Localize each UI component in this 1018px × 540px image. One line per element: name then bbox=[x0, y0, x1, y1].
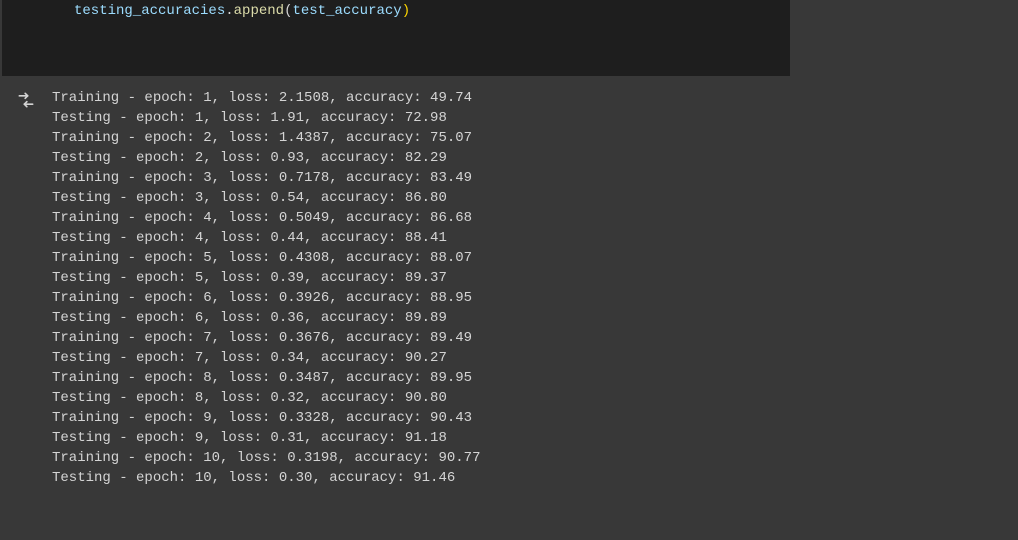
output-line: Testing - epoch: 3, loss: 0.54, accuracy… bbox=[52, 188, 1018, 208]
code-close-paren: ) bbox=[402, 3, 410, 19]
output-line: Training - epoch: 8, loss: 0.3487, accur… bbox=[52, 368, 1018, 388]
output-line: Training - epoch: 9, loss: 0.3328, accur… bbox=[52, 408, 1018, 428]
output-line: Training - epoch: 7, loss: 0.3676, accur… bbox=[52, 328, 1018, 348]
output-line: Training - epoch: 5, loss: 0.4308, accur… bbox=[52, 248, 1018, 268]
output-line: Testing - epoch: 8, loss: 0.32, accuracy… bbox=[52, 388, 1018, 408]
output-toggle-icon[interactable] bbox=[15, 89, 37, 111]
output-line: Training - epoch: 4, loss: 0.5049, accur… bbox=[52, 208, 1018, 228]
output-gutter bbox=[0, 85, 52, 488]
output-line: Testing - epoch: 7, loss: 0.34, accuracy… bbox=[52, 348, 1018, 368]
output-line: Testing - epoch: 9, loss: 0.31, accuracy… bbox=[52, 428, 1018, 448]
output-line: Testing - epoch: 6, loss: 0.36, accuracy… bbox=[52, 308, 1018, 328]
output-line: Testing - epoch: 2, loss: 0.93, accuracy… bbox=[52, 148, 1018, 168]
code-cell[interactable]: testing_accuracies.append(test_accuracy) bbox=[2, 0, 790, 76]
output-line: Training - epoch: 1, loss: 2.1508, accur… bbox=[52, 88, 1018, 108]
code-line: testing_accuracies.append(test_accuracy) bbox=[74, 2, 790, 20]
output-line: Training - epoch: 2, loss: 1.4387, accur… bbox=[52, 128, 1018, 148]
output-line: Training - epoch: 3, loss: 0.7178, accur… bbox=[52, 168, 1018, 188]
output-line: Training - epoch: 6, loss: 0.3926, accur… bbox=[52, 288, 1018, 308]
output-content: Training - epoch: 1, loss: 2.1508, accur… bbox=[52, 85, 1018, 488]
code-param: test_accuracy bbox=[292, 3, 401, 19]
code-method: append bbox=[234, 3, 284, 19]
output-line: Testing - epoch: 4, loss: 0.44, accuracy… bbox=[52, 228, 1018, 248]
output-line: Testing - epoch: 10, loss: 0.30, accurac… bbox=[52, 468, 1018, 488]
code-variable: testing_accuracies bbox=[74, 3, 225, 19]
code-dot: . bbox=[225, 3, 233, 19]
output-line: Testing - epoch: 1, loss: 1.91, accuracy… bbox=[52, 108, 1018, 128]
output-area: Training - epoch: 1, loss: 2.1508, accur… bbox=[0, 85, 1018, 488]
output-line: Training - epoch: 10, loss: 0.3198, accu… bbox=[52, 448, 1018, 468]
output-line: Testing - epoch: 5, loss: 0.39, accuracy… bbox=[52, 268, 1018, 288]
